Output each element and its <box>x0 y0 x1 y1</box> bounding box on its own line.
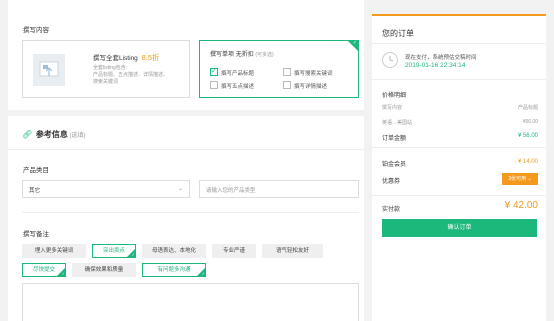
checkbox-bullet-points[interactable] <box>210 81 218 89</box>
checkbox-label-search-keywords: 撰写搜索关键词 <box>294 71 333 77</box>
reference-optional: (选填) <box>69 133 86 139</box>
checkbox-description[interactable] <box>283 81 291 89</box>
clock-icon <box>382 52 398 68</box>
paid-value: ¥ 42.00 <box>504 200 538 211</box>
write-content-label: 撰写内容 <box>23 27 49 34</box>
divider <box>372 195 546 196</box>
lang-label: 英语→美国站 <box>382 120 413 126</box>
tag-ensure-quality[interactable]: 确保效果和质量 <box>72 263 136 277</box>
order-eta: 2019-01-16 22:34:14 <box>405 62 466 69</box>
coupon-select[interactable]: 3张可用 ⌄ <box>502 173 538 185</box>
divider <box>372 147 546 148</box>
check-icon: ✓ <box>131 252 135 257</box>
divider <box>372 43 546 44</box>
order-title: 您的订单 <box>382 29 414 38</box>
order-top-bar <box>372 14 546 16</box>
full-listing-desc-1: 全套listing包含: <box>93 65 128 71</box>
paid-label: 实付款 <box>382 207 401 213</box>
single-item-hint: (可多选) <box>255 52 274 58</box>
single-item-subtitle: 无折扣 <box>235 52 254 58</box>
notes-textarea[interactable] <box>22 283 359 321</box>
checkbox-label-bullet-points: 撰写五点描述 <box>221 84 255 90</box>
checkbox-label-description: 撰写详情描述 <box>294 84 328 90</box>
total-value: ¥ 56.00 <box>517 133 538 139</box>
single-item-card[interactable]: ✓ 撰写单项 无折扣 (可多选) 撰写产品标题 撰写搜索关键词 撰写五点描述 撰… <box>199 40 359 98</box>
check-icon: ✓ <box>61 271 65 276</box>
lang-value: ¥56.00 <box>522 119 538 125</box>
member-label: 铂金会员 <box>382 162 407 168</box>
total-label: 订单金额 <box>382 136 407 142</box>
checkbox-search-keywords[interactable] <box>283 68 291 76</box>
chevron-down-icon: ⌄ <box>526 176 532 182</box>
content-value: 产品标题 <box>517 105 538 111</box>
tag-professional[interactable]: 专业严谨 <box>212 244 256 258</box>
category-placeholder: 请输入您的产品类型 <box>206 188 256 194</box>
full-listing-discount: 8.5折 <box>141 53 160 62</box>
order-panel: 您的订单 现在支付，系统预估交稿时间 2019-01-16 22:34:14 价… <box>372 14 546 321</box>
write-content-panel: 撰写内容 撰写全套Listing 8.5折 全套listing包含: 产品标题、… <box>8 0 364 110</box>
tag-friendly-tone[interactable]: 语气轻松友好 <box>262 244 323 258</box>
listing-image-icon <box>33 54 65 86</box>
tag-more-keywords[interactable]: 埋入更多关键词 <box>22 244 86 258</box>
breakdown-title: 价格明细 <box>382 93 407 99</box>
single-item-title: 撰写单项 <box>210 52 235 58</box>
order-status-line: 现在支付，系统预估交稿时间 <box>405 55 477 61</box>
full-listing-title: 撰写全套Listing <box>93 55 138 62</box>
member-value: - ¥ 14.00 <box>514 159 538 165</box>
checkbox-product-title[interactable] <box>210 67 218 76</box>
divider <box>22 212 359 213</box>
category-select[interactable]: 其它 ⌄ <box>22 180 190 198</box>
full-listing-card[interactable]: 撰写全套Listing 8.5折 全套listing包含: 产品标题、五点描述、… <box>22 40 190 98</box>
link-icon: 🔗︎ <box>22 130 33 139</box>
notes-label: 撰写备注 <box>23 231 49 238</box>
category-label: 产品类目 <box>23 167 49 174</box>
full-listing-desc-2: 产品标题、五点描述、详情描述、 <box>93 72 169 78</box>
full-listing-desc-3: 搜索关键词 <box>93 79 119 85</box>
reference-title: 参考信息 <box>35 130 68 139</box>
check-icon: ✓ <box>352 40 357 46</box>
reference-panel: 🔗︎ 参考信息 (选填) 产品类目 其它 ⌄ 请输入您的产品类型 撰写备注 埋入… <box>8 116 364 321</box>
check-icon: ✓ <box>201 271 205 276</box>
checkbox-label-product-title: 撰写产品标题 <box>221 71 255 77</box>
tag-communicate-more[interactable]: 有问题多沟通 ✓ <box>142 263 206 277</box>
tag-highlight-selling-points[interactable]: 突出卖点 ✓ <box>92 244 136 258</box>
coupon-label: 优惠券 <box>382 179 401 185</box>
content-label: 撰写内容 <box>382 105 403 111</box>
confirm-order-button[interactable]: 确认订单 <box>382 219 537 237</box>
chevron-down-icon: ⌄ <box>177 186 183 192</box>
category-input[interactable]: 请输入您的产品类型 <box>199 180 359 198</box>
divider <box>372 79 546 80</box>
divider <box>8 149 364 150</box>
tag-native-localized[interactable]: 母语表达、本地化 <box>142 244 206 258</box>
tag-submit-asap[interactable]: 尽快提交 ✓ <box>22 263 66 277</box>
category-value: 其它 <box>29 188 41 194</box>
